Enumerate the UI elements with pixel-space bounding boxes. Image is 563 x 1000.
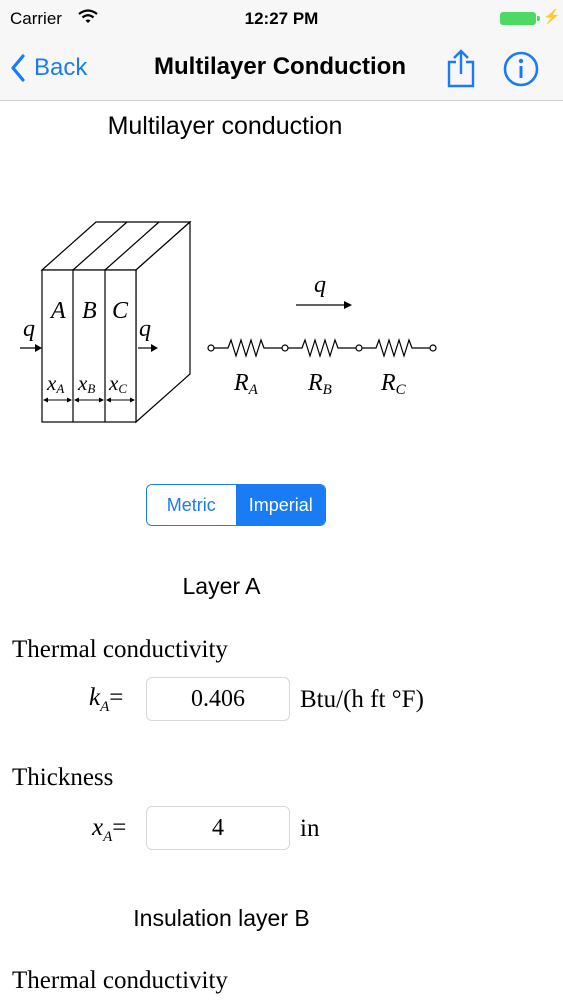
share-icon[interactable]	[444, 48, 478, 88]
resistance-b-label: RB	[307, 370, 332, 398]
layer-c-label: C	[112, 298, 129, 324]
layer-b-label: B	[82, 298, 97, 324]
chevron-left-icon	[11, 54, 25, 82]
imperial-segment[interactable]: Imperial	[236, 485, 325, 525]
layer-a-conductivity-input[interactable]	[146, 677, 290, 721]
layer-a-thickness-symbol: xA=	[92, 814, 127, 845]
layer-a-thickness-label: Thickness	[12, 764, 114, 791]
layer-b-conductivity-label: Thermal conductivity	[12, 967, 228, 994]
back-button[interactable]: Back	[10, 50, 87, 86]
circuit-heat-flow-label: q	[314, 272, 326, 298]
metric-segment[interactable]: Metric	[147, 485, 237, 525]
layer-a-conductivity-unit: Btu/(h ft °F)	[300, 686, 424, 713]
status-bar: Carrier 12:27 PM ⚡	[0, 0, 563, 38]
charging-icon: ⚡	[543, 8, 561, 24]
heat-flow-in-label: q	[23, 316, 35, 342]
back-label: Back	[34, 54, 88, 81]
layer-a-thickness-unit: in	[300, 815, 320, 842]
heat-flow-out-label: q	[139, 316, 151, 342]
layer-a-conductivity-symbol: kA=	[89, 684, 124, 715]
layer-a-conductivity-label: Thermal conductivity	[12, 636, 228, 663]
nav-title: Multilayer Conduction	[154, 53, 406, 80]
layer-a-label: A	[49, 298, 66, 324]
layer-a-thickness-input[interactable]	[146, 806, 290, 850]
multilayer-diagram: A B C q q xA xB xC q RA RB RC	[20, 220, 437, 424]
layer-a-title: Layer A	[182, 573, 261, 599]
navigation-bar: Back Multilayer Conduction	[0, 38, 563, 101]
resistance-c-label: RC	[380, 370, 407, 398]
layer-b-title: Insulation layer B	[133, 905, 310, 931]
clock: 12:27 PM	[244, 9, 319, 28]
battery-icon	[500, 12, 540, 25]
resistance-a-label: RA	[233, 370, 259, 398]
info-icon[interactable]	[502, 50, 540, 88]
unit-segmented-control: Metric Imperial	[146, 484, 326, 526]
page-title: Multilayer conduction	[107, 112, 343, 140]
